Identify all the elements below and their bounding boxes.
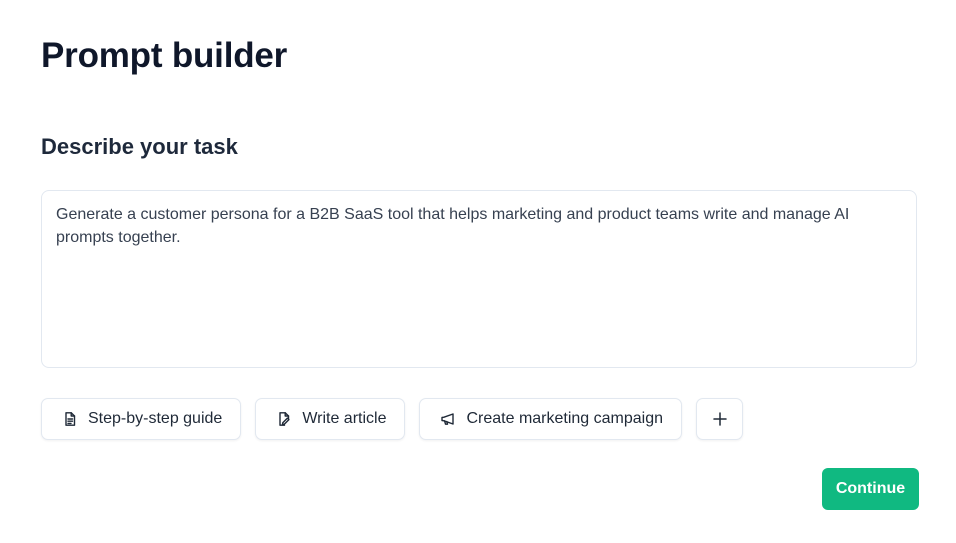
megaphone-icon	[440, 411, 456, 427]
template-chip-write-article[interactable]: Write article	[255, 398, 406, 440]
prompt-builder-page: Prompt builder Describe your task Genera…	[0, 0, 956, 543]
plus-icon	[712, 411, 728, 427]
task-description-input[interactable]: Generate a customer persona for a B2B Sa…	[41, 190, 917, 368]
template-chip-step-by-step-guide[interactable]: Step-by-step guide	[41, 398, 242, 440]
add-template-button[interactable]	[696, 398, 744, 440]
template-chip-label: Create marketing campaign	[466, 410, 664, 427]
section-heading: Describe your task	[41, 134, 238, 159]
file-edit-icon	[276, 411, 292, 427]
page-title: Prompt builder	[41, 36, 288, 75]
continue-button[interactable]: Continue	[822, 468, 919, 510]
document-icon	[62, 411, 78, 427]
template-chips: Step-by-step guide Write article Create …	[41, 398, 744, 440]
template-chip-label: Step-by-step guide	[88, 410, 223, 427]
template-chip-create-marketing-campaign[interactable]: Create marketing campaign	[419, 398, 683, 440]
template-chip-label: Write article	[302, 410, 387, 427]
